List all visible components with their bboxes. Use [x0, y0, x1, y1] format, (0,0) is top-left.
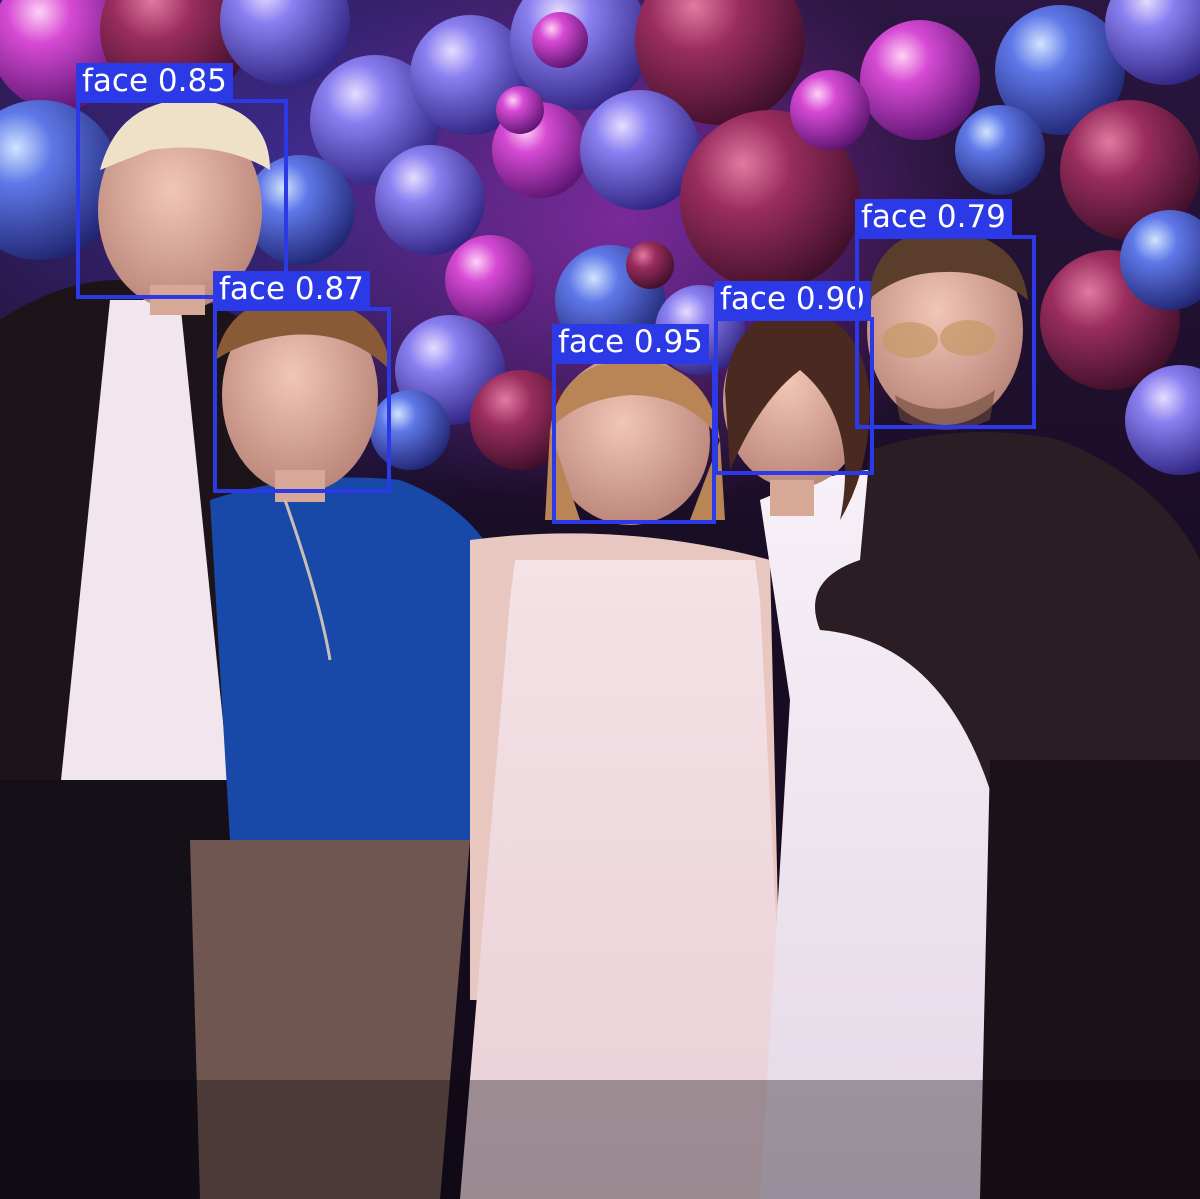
- detection-label-face-2: face 0.87: [213, 271, 370, 307]
- detection-box-face-5: face 0.79: [855, 199, 1036, 429]
- detection-box-face-3: face 0.95: [552, 324, 716, 524]
- detection-box-face-2: face 0.87: [213, 271, 391, 493]
- detection-box-face-1: face 0.85: [76, 63, 288, 299]
- photo-scene: face 0.85 face 0.87 face 0.95 face 0.90 …: [0, 0, 1200, 1199]
- detection-label-face-3: face 0.95: [552, 324, 709, 360]
- detection-label-face-1: face 0.85: [76, 63, 233, 99]
- detection-box-face-4: face 0.90: [714, 281, 874, 475]
- detection-label-face-4: face 0.90: [714, 281, 871, 317]
- detection-label-face-5: face 0.79: [855, 199, 1012, 235]
